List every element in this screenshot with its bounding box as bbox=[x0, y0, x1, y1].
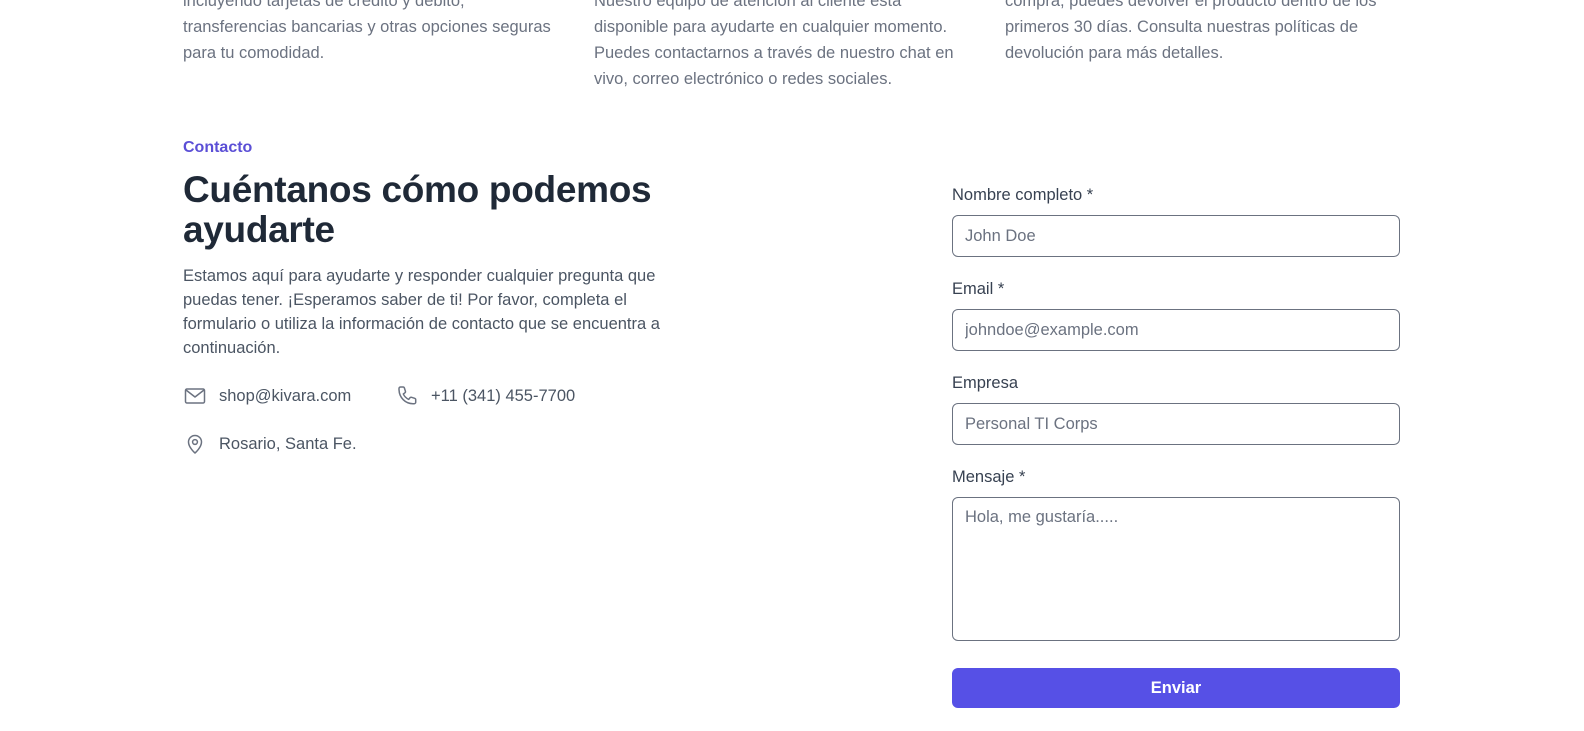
contact-email-text: shop@kivara.com bbox=[219, 386, 352, 405]
message-textarea[interactable] bbox=[952, 497, 1400, 641]
faq-answer-line: vivo, correo electrónico o redes sociale… bbox=[594, 70, 893, 88]
email-field-group: Email * bbox=[952, 278, 1400, 351]
email-input[interactable] bbox=[952, 309, 1400, 351]
faq-answer-payments: incluyendo tarjetas de crédito y débito,… bbox=[183, 0, 565, 66]
message-field-group: Mensaje * bbox=[952, 466, 1400, 641]
faq-answer-line: Nuestro equipo de atención al cliente es… bbox=[594, 0, 902, 10]
section-intro: Estamos aquí para ayudarte y responder c… bbox=[183, 267, 660, 357]
name-label: Nombre completo * bbox=[952, 186, 1094, 204]
map-pin-icon bbox=[183, 432, 207, 456]
name-input[interactable] bbox=[952, 215, 1400, 257]
contact-phone[interactable]: +11 (341) 455-7700 bbox=[395, 384, 575, 408]
faq-answer-returns: compra, puedes devolver el producto dent… bbox=[1005, 0, 1387, 66]
company-field-group: Empresa bbox=[952, 372, 1400, 445]
faq-answer-line: Puedes contactarnos a través de nuestro … bbox=[594, 44, 954, 62]
faq-answer-line: devolución para más detalles. bbox=[1005, 44, 1224, 62]
name-field-group: Nombre completo * bbox=[952, 184, 1400, 257]
phone-icon bbox=[395, 384, 419, 408]
faq-answer-line: primeros 30 días. Consulta nuestras polí… bbox=[1005, 18, 1359, 36]
message-label: Mensaje * bbox=[952, 468, 1026, 486]
faq-answer-support: Nuestro equipo de atención al cliente es… bbox=[594, 0, 976, 92]
contact-phone-text: +11 (341) 455-7700 bbox=[431, 386, 576, 405]
email-label: Email * bbox=[952, 280, 1005, 298]
company-input[interactable] bbox=[952, 403, 1400, 445]
envelope-icon bbox=[183, 384, 207, 408]
contact-email[interactable]: shop@kivara.com bbox=[183, 384, 351, 408]
company-label: Empresa bbox=[952, 374, 1019, 392]
contact-form: Nombre completo * Email * Empresa Mensaj… bbox=[952, 184, 1400, 662]
contact-page: incluyendo tarjetas de crédito y débito,… bbox=[0, 0, 1584, 731]
section-eyebrow: Contacto bbox=[183, 139, 253, 156]
contact-location: Rosario, Santa Fe. bbox=[183, 432, 357, 456]
submit-button[interactable]: Enviar bbox=[952, 668, 1400, 708]
faq-answer-line: disponible para ayudarte en cualquier mo… bbox=[594, 18, 948, 36]
faq-answer-line: incluyendo tarjetas de crédito y débito, bbox=[183, 0, 465, 10]
contact-location-text: Rosario, Santa Fe. bbox=[219, 434, 357, 453]
faq-answer-line: compra, puedes devolver el producto dent… bbox=[1005, 0, 1377, 10]
faq-answer-line: transferencias bancarias y otras opcione… bbox=[183, 18, 551, 36]
section-heading: Cuéntanos cómo podemos ayudarte bbox=[183, 169, 652, 250]
faq-answer-line: para tu comodidad. bbox=[183, 44, 325, 62]
